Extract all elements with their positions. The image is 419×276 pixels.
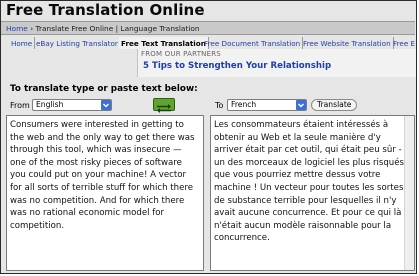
breadcrumb-separator: › [30, 24, 34, 33]
from-language-select[interactable]: English [32, 99, 112, 111]
site-title: Free Translation Online [6, 1, 205, 19]
breadcrumb: Home › Translate Free Online | Language … [1, 21, 415, 35]
breadcrumb-section: Translate Free Online [35, 24, 114, 33]
swap-arrows-icon [157, 104, 171, 113]
breadcrumb-separator: | [115, 24, 119, 33]
translation-toolbar: From English To French Translate [1, 98, 416, 114]
tab-home[interactable]: Home [9, 37, 36, 49]
to-label: To [215, 101, 224, 110]
source-text: Consumers were interested in getting to … [10, 120, 195, 231]
to-language-select[interactable]: French [227, 99, 307, 111]
from-label: From [10, 101, 30, 110]
partners-label: FROM OUR PARTNERS [141, 50, 221, 58]
partners-link[interactable]: 5 Tips to Strengthen Your Relationship [143, 61, 331, 71]
tab-ebay-listing-translator[interactable]: eBay Listing Translator [34, 37, 121, 49]
partners-box: FROM OUR PARTNERS 5 Tips to Strengthen Y… [137, 49, 416, 77]
tab-free-document-translation[interactable]: Free Document Translation [202, 37, 304, 49]
from-language-value: English [36, 100, 64, 109]
to-language-value: French [231, 100, 257, 109]
tab-free-text-translation[interactable]: Free Text Translation [119, 37, 209, 49]
breadcrumb-home-link[interactable]: Home [6, 24, 28, 33]
translate-button[interactable]: Translate [311, 99, 358, 111]
translated-text-scrollbar[interactable] [404, 116, 414, 270]
instructions-heading: To translate type or paste text below: [10, 84, 198, 94]
tab-free-website-translation[interactable]: Free Website Translation [301, 37, 394, 49]
breadcrumb-page: Language Translation [120, 24, 200, 33]
source-text-area[interactable]: Consumers were interested in getting to … [6, 115, 204, 271]
chevron-down-icon [296, 100, 306, 110]
tab-free-e[interactable]: Free E [391, 37, 416, 49]
translated-text: Les consommateurs étaient intéressés à o… [214, 120, 405, 244]
translated-text-area[interactable]: Les consommateurs étaient intéressés à o… [210, 115, 415, 271]
chevron-down-icon [101, 100, 111, 110]
app-window: Free Translation Online Home › Translate… [0, 0, 417, 274]
swap-languages-button[interactable] [153, 98, 175, 113]
